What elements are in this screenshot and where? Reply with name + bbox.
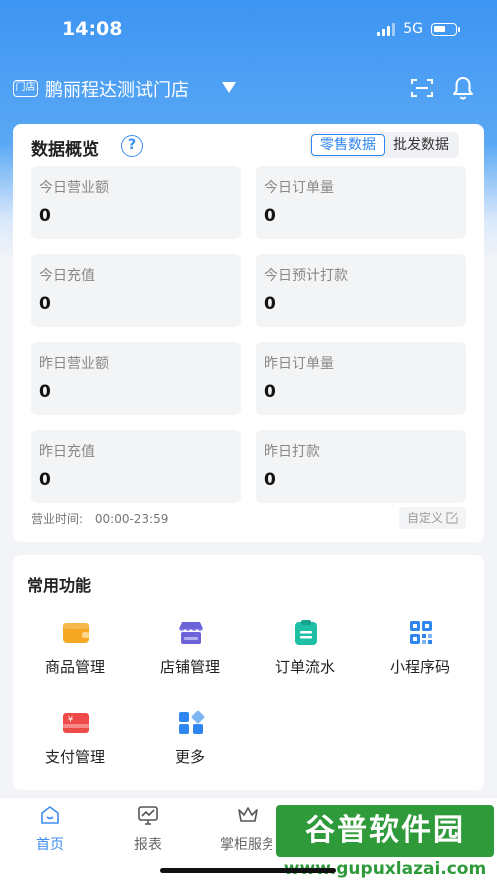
common-functions-card: 常用功能 商品管理 店铺管理 订单流水 小程序码 ¥ 支付管理 更多 <box>13 555 484 790</box>
customize-button[interactable]: 自定义 <box>398 507 466 529</box>
function-label: 订单流水 <box>274 658 335 676</box>
stat-label: 昨日订单量 <box>264 356 334 372</box>
wallet-icon <box>63 623 89 643</box>
stat-value: 0 <box>39 206 51 226</box>
help-icon[interactable]: ? <box>121 135 143 157</box>
function-label: 更多 <box>174 748 205 766</box>
scan-icon[interactable] <box>411 78 433 98</box>
stat-today-expected-payout[interactable]: 今日预计打款 0 <box>256 254 466 327</box>
function-label: 小程序码 <box>389 658 450 676</box>
status-indicators: 5G <box>377 21 460 37</box>
svg-text:¥: ¥ <box>68 715 73 724</box>
stat-yesterday-recharge[interactable]: 昨日充值 0 <box>31 430 241 503</box>
stat-value: 0 <box>264 382 276 402</box>
tab-label: 报表 <box>134 837 162 853</box>
function-shop-management[interactable]: 店铺管理 <box>135 620 245 690</box>
function-label: 商品管理 <box>44 658 105 676</box>
business-hours: 营业时间: 00:00-23:59 <box>31 510 168 527</box>
functions-title: 常用功能 <box>27 576 92 595</box>
stat-label: 今日充值 <box>39 268 95 284</box>
business-hours-value: 00:00-23:59 <box>94 512 169 526</box>
function-goods-management[interactable]: 商品管理 <box>20 620 130 690</box>
stat-value: 0 <box>264 206 276 226</box>
function-more[interactable]: 更多 <box>135 710 245 780</box>
bell-icon[interactable] <box>452 76 474 100</box>
stat-today-orders[interactable]: 今日订单量 0 <box>256 166 466 239</box>
tab-reports[interactable]: 报表 <box>108 804 188 854</box>
business-hours-label: 营业时间: <box>31 512 84 526</box>
data-type-switch: 零售数据 批发数据 <box>309 132 459 158</box>
tab-home[interactable]: 首页 <box>10 804 90 854</box>
stat-label: 昨日打款 <box>264 444 320 460</box>
stat-label: 今日营业额 <box>39 180 109 196</box>
home-icon <box>41 806 59 824</box>
stat-label: 昨日充值 <box>39 444 95 460</box>
store-tag: 门店 <box>13 80 38 97</box>
function-mini-program-code[interactable]: 小程序码 <box>365 620 475 690</box>
card-icon: ¥ <box>63 713 89 733</box>
home-indicator <box>160 868 336 873</box>
clipboard-icon <box>295 620 317 645</box>
stat-value: 0 <box>264 470 276 490</box>
battery-icon <box>431 22 460 36</box>
stat-today-revenue[interactable]: 今日营业额 0 <box>31 166 241 239</box>
dropdown-arrow-icon[interactable] <box>222 82 236 93</box>
data-overview-card: 数据概览 ? 零售数据 批发数据 今日营业额 0 今日订单量 0 今日充值 0 … <box>13 124 484 542</box>
tab-wholesale-data[interactable]: 批发数据 <box>385 134 457 156</box>
stat-today-recharge[interactable]: 今日充值 0 <box>31 254 241 327</box>
stat-label: 今日订单量 <box>264 180 334 196</box>
function-order-flow[interactable]: 订单流水 <box>250 620 360 690</box>
chart-icon <box>138 806 158 825</box>
stat-label: 今日预计打款 <box>264 268 348 284</box>
qrcode-icon <box>410 621 432 644</box>
watermark-brand: 谷普软件园 <box>276 805 494 857</box>
status-bar: 14:08 5G <box>0 0 497 60</box>
header: 门店 鹏丽程达测试门店 <box>0 70 497 106</box>
crown-icon <box>238 807 258 822</box>
stat-yesterday-payout[interactable]: 昨日打款 0 <box>256 430 466 503</box>
stat-yesterday-revenue[interactable]: 昨日营业额 0 <box>31 342 241 415</box>
stat-yesterday-orders[interactable]: 昨日订单量 0 <box>256 342 466 415</box>
customize-label: 自定义 <box>406 511 443 525</box>
function-label: 店铺管理 <box>159 658 220 676</box>
stat-value: 0 <box>39 294 51 314</box>
shop-icon <box>179 622 203 644</box>
stat-value: 0 <box>264 294 276 314</box>
store-name[interactable]: 鹏丽程达测试门店 <box>45 76 189 102</box>
grid-icon <box>179 710 205 734</box>
stat-value: 0 <box>39 382 51 402</box>
tab-label: 首页 <box>36 837 64 853</box>
function-payment-management[interactable]: ¥ 支付管理 <box>20 710 130 780</box>
tab-retail-data[interactable]: 零售数据 <box>311 134 385 156</box>
stat-label: 昨日营业额 <box>39 356 109 372</box>
status-time: 14:08 <box>62 18 123 40</box>
network-label: 5G <box>403 21 423 37</box>
overview-title: 数据概览 <box>31 140 99 160</box>
signal-icon <box>377 22 396 36</box>
edit-icon <box>446 512 458 524</box>
function-label: 支付管理 <box>44 748 105 766</box>
stat-value: 0 <box>39 470 51 490</box>
